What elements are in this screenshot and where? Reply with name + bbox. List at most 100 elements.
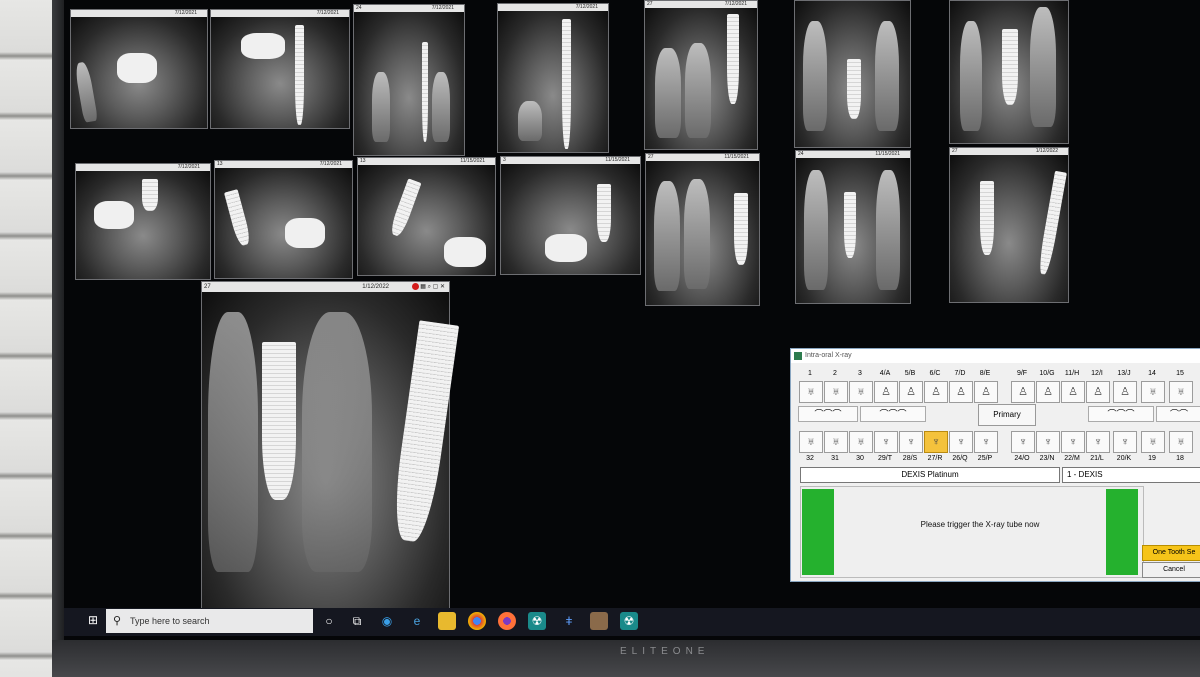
lower-tooth-button[interactable]: ♆ xyxy=(1011,431,1035,453)
lower-tooth-button[interactable]: ♅ xyxy=(799,431,823,453)
firefox-icon[interactable] xyxy=(498,612,516,630)
device-field[interactable]: 1 - DEXIS xyxy=(1062,467,1200,483)
xray-header: 13 11/15/2021 xyxy=(358,158,495,165)
lower-tooth-button[interactable]: ♆ xyxy=(1113,431,1137,453)
lower-tooth-number: 29/T xyxy=(877,455,892,462)
upper-tooth-button[interactable]: ♙ xyxy=(1011,381,1035,403)
record-icon[interactable] xyxy=(411,282,419,290)
windows-start-icon[interactable]: ⊞ xyxy=(88,614,100,626)
xray-thumbnail[interactable]: 27 11/15/2021 xyxy=(645,153,760,306)
lower-tooth-number: 31 xyxy=(831,455,839,462)
upper-tooth-number: 10/G xyxy=(1039,370,1055,377)
xray-header: 24 7/12/2021 xyxy=(354,5,464,12)
upper-tooth-number: 12/I xyxy=(1091,370,1103,377)
xray-header: 13 7/12/2021 xyxy=(215,161,352,168)
upper-tooth-button[interactable]: ♙ xyxy=(1086,381,1110,403)
search-icon: ⚲ xyxy=(113,615,122,627)
close-icon[interactable]: ✕ xyxy=(440,284,445,290)
lower-tooth-button[interactable]: ♆ xyxy=(924,431,948,453)
upper-tooth-number: 7/D xyxy=(954,370,966,377)
one-tooth-select-button[interactable]: One Tooth Se xyxy=(1142,545,1200,561)
lower-tooth-button[interactable]: ♅ xyxy=(1169,431,1193,453)
fit-icon[interactable]: ▢ xyxy=(433,284,439,290)
lower-tooth-number: 27/R xyxy=(927,455,943,462)
lower-tooth-button[interactable]: ♆ xyxy=(974,431,998,453)
upper-arch-segment-mid[interactable]: ⌒⌒⌒ xyxy=(860,406,926,422)
dialog-title-bar: Intra-oral X-ray xyxy=(791,349,1200,363)
xray-thumbnail[interactable]: 24 7/12/2021 xyxy=(353,4,465,156)
upper-tooth-number: 3 xyxy=(858,370,862,377)
upper-tooth-button[interactable]: ♙ xyxy=(1061,381,1085,403)
upper-arch-segment-right[interactable]: ⌒⌒⌒ xyxy=(1088,406,1154,422)
upper-tooth-number: 13/J xyxy=(1117,370,1131,377)
app-icon xyxy=(794,352,802,360)
grid-icon[interactable]: ▦ xyxy=(420,284,426,290)
cortana-icon[interactable]: ○ xyxy=(320,612,338,630)
cancel-button[interactable]: Cancel xyxy=(1142,562,1200,578)
xray-thumbnail[interactable] xyxy=(794,0,911,148)
lower-tooth-button[interactable]: ♆ xyxy=(1036,431,1060,453)
acquisition-panel xyxy=(800,486,1144,578)
upper-arch-segment-left[interactable]: ⌒⌒⌒ xyxy=(798,406,858,422)
xray-thumbnail[interactable]: 24 11/15/2021 xyxy=(795,150,911,304)
lower-tooth-number: 18 xyxy=(1176,455,1184,462)
zoom-icon[interactable]: ⌕ xyxy=(428,284,431,290)
upper-tooth-number: 6/C xyxy=(929,370,941,377)
upper-tooth-button[interactable]: ♙ xyxy=(949,381,973,403)
upper-tooth-number: 9/F xyxy=(1016,370,1028,377)
upper-tooth-button[interactable]: ♙ xyxy=(899,381,923,403)
ie-icon[interactable]: e xyxy=(408,612,426,630)
upper-tooth-number: 11/H xyxy=(1064,370,1080,377)
lower-tooth-number: 19 xyxy=(1148,455,1156,462)
upper-tooth-button[interactable]: ♙ xyxy=(924,381,948,403)
dexis-app-icon[interactable]: ☢ xyxy=(528,612,546,630)
upper-tooth-button[interactable]: ♙ xyxy=(1113,381,1137,403)
upper-tooth-button[interactable]: ♅ xyxy=(1141,381,1165,403)
lower-tooth-button[interactable]: ♆ xyxy=(949,431,973,453)
primary-button[interactable]: Primary xyxy=(978,404,1036,426)
upper-tooth-button[interactable]: ♅ xyxy=(849,381,873,403)
dental-app-icon[interactable]: ǂ xyxy=(560,612,578,630)
xray-thumbnail[interactable]: 13 11/15/2021 xyxy=(357,157,496,276)
upper-tooth-number: 2 xyxy=(833,370,837,377)
xray-header: 7/12/2021 xyxy=(71,10,207,17)
upper-tooth-button[interactable]: ♅ xyxy=(1169,381,1193,403)
xray-thumbnail[interactable]: 7/12/2021 xyxy=(210,9,350,129)
xray-header: 27 1/12/2022 ▦ ⌕ ▢ ✕ xyxy=(202,282,449,292)
xray-thumbnail[interactable]: 13 7/12/2021 xyxy=(214,160,353,279)
upper-tooth-button[interactable]: ♅ xyxy=(799,381,823,403)
upper-tooth-number: 14 xyxy=(1148,370,1156,377)
edge-icon[interactable]: ◉ xyxy=(378,612,396,630)
xray-header: 7/12/2021 xyxy=(211,10,349,17)
lower-tooth-button[interactable]: ♅ xyxy=(824,431,848,453)
xray-thumbnail[interactable]: 7/12/2021 xyxy=(75,163,211,280)
lower-tooth-button[interactable]: ♆ xyxy=(1086,431,1110,453)
xray-thumbnail[interactable]: 3 11/15/2021 xyxy=(500,156,641,275)
file-explorer-icon[interactable] xyxy=(438,612,456,630)
upper-tooth-button[interactable]: ♙ xyxy=(1036,381,1060,403)
xray-thumbnail[interactable] xyxy=(949,0,1069,144)
lower-tooth-button[interactable]: ♅ xyxy=(849,431,873,453)
xray-thumbnail[interactable]: 27 1/12/2022 xyxy=(949,147,1069,303)
image-app-icon[interactable] xyxy=(590,612,608,630)
upper-tooth-button[interactable]: ♅ xyxy=(824,381,848,403)
xray-large-view[interactable]: 27 1/12/2022 ▦ ⌕ ▢ ✕ xyxy=(201,281,460,610)
upper-tooth-number: 1 xyxy=(808,370,812,377)
lower-tooth-number: 20/K xyxy=(1116,455,1132,462)
chrome-icon[interactable] xyxy=(468,612,486,630)
upper-tooth-button[interactable]: ♙ xyxy=(874,381,898,403)
lower-tooth-button[interactable]: ♆ xyxy=(1061,431,1085,453)
xray-thumbnail[interactable]: 7/12/2021 xyxy=(497,3,609,153)
upper-tooth-button[interactable]: ♙ xyxy=(974,381,998,403)
lower-tooth-button[interactable]: ♅ xyxy=(1141,431,1165,453)
lower-tooth-button[interactable]: ♆ xyxy=(874,431,898,453)
task-view-icon[interactable]: ⧉ xyxy=(348,612,366,630)
sensor-field[interactable]: DEXIS Platinum xyxy=(800,467,1060,483)
lower-tooth-button[interactable]: ♆ xyxy=(899,431,923,453)
xray-thumbnail[interactable]: 7/12/2021 xyxy=(70,9,208,129)
xray-app-icon[interactable]: ☢ xyxy=(620,612,638,630)
xray-header: 27 1/12/2022 xyxy=(950,148,1068,155)
upper-arch-segment-far[interactable]: ⌒⌒ xyxy=(1156,406,1200,422)
taskbar-search-input[interactable]: ⚲ Type here to search xyxy=(106,609,313,633)
xray-thumbnail[interactable]: 27 7/12/2021 xyxy=(644,0,758,150)
